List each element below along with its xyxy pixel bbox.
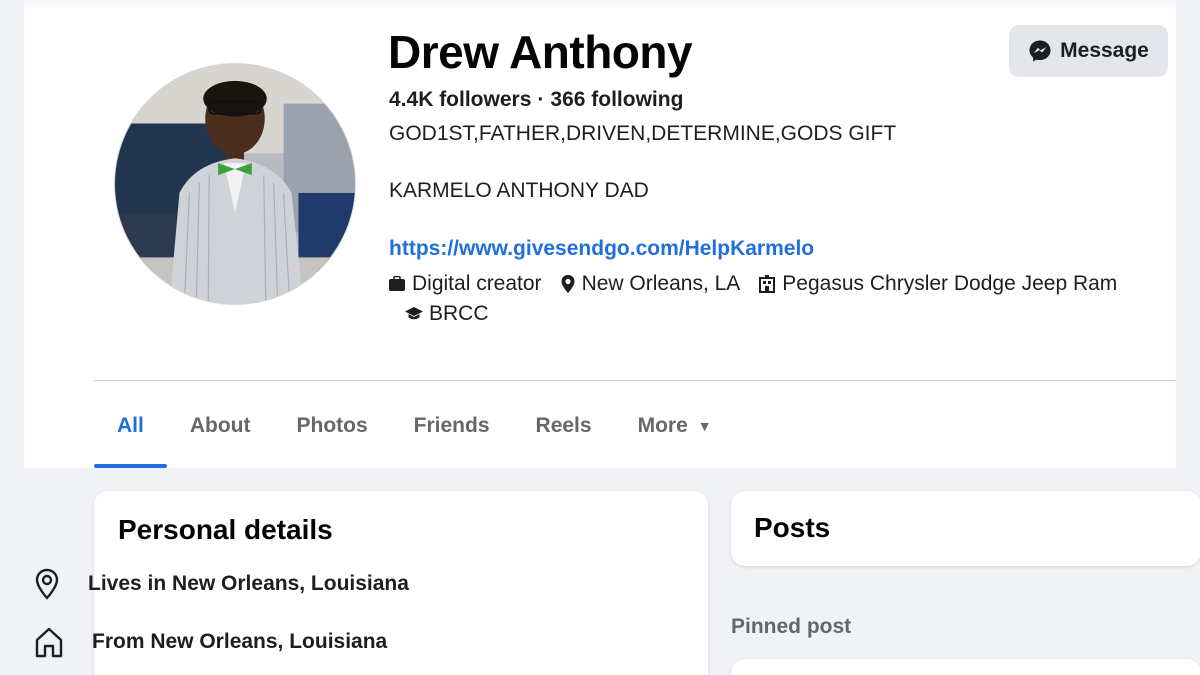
tab-about-label: About <box>189 414 251 437</box>
follow-separator: · <box>537 88 545 111</box>
posts-title: Posts <box>754 512 831 543</box>
building-icon <box>759 275 776 293</box>
tab-all[interactable]: All <box>94 400 167 468</box>
from-row: From New Orleans, Louisiana <box>34 626 387 658</box>
top-edge <box>24 0 1176 8</box>
chevron-down-icon: ▼ <box>697 418 712 434</box>
following-count[interactable]: 366 following <box>550 88 683 111</box>
location-text[interactable]: New Orleans, LA <box>582 271 741 297</box>
lives-in-text: Lives in New Orleans, Louisiana <box>88 572 409 595</box>
workplace-text[interactable]: Pegasus Chrysler Dodge Jeep Ram <box>782 271 1117 297</box>
tab-more[interactable]: More ▼ <box>615 400 735 452</box>
messenger-icon <box>1029 40 1051 62</box>
from-text: From New Orleans, Louisiana <box>92 630 388 653</box>
pinned-post-card[interactable] <box>731 659 1200 675</box>
profile-meta-row-2: BRCC <box>405 301 507 327</box>
graduation-cap-icon <box>405 307 423 320</box>
category-item: Digital creator <box>388 271 542 297</box>
followers-count[interactable]: 4.4K followers <box>389 88 531 111</box>
personal-details-title: Personal details <box>118 514 333 545</box>
lives-in-row: Lives in New Orleans, Louisiana <box>34 568 409 600</box>
briefcase-icon <box>389 276 405 291</box>
follow-stats: 4.4K followers · 366 following <box>389 87 683 113</box>
tab-friends[interactable]: Friends <box>391 400 513 452</box>
pinned-post-label: Pinned post <box>731 615 852 638</box>
message-button[interactable]: Message <box>1009 25 1168 77</box>
profile-name: Drew Anthony <box>388 26 693 78</box>
home-icon <box>35 627 63 658</box>
tab-friends-label: Friends <box>413 414 490 437</box>
education-text[interactable]: BRCC <box>429 301 489 327</box>
profile-meta-row: Digital creator New Orleans, LA Pegasus … <box>388 271 1135 297</box>
category-text: Digital creator <box>412 272 542 295</box>
tab-reels-label: Reels <box>535 414 592 437</box>
tab-reels[interactable]: Reels <box>513 400 615 452</box>
tab-photos[interactable]: Photos <box>274 400 391 452</box>
education-item: BRCC <box>405 301 489 327</box>
workplace-item: Pegasus Chrysler Dodge Jeep Ram <box>758 271 1117 297</box>
bio-line-1: GOD1ST,FATHER,DRIVEN,DETERMINE,GODS GIFT <box>389 122 897 145</box>
tab-about[interactable]: About <box>167 400 274 452</box>
tab-all-label: All <box>117 414 144 437</box>
message-label: Message <box>1060 39 1149 62</box>
header-divider <box>94 380 1176 381</box>
location-item: New Orleans, LA <box>560 271 741 297</box>
profile-tabs: All About Photos Friends Reels More ▼ <box>94 400 735 468</box>
avatar-photo <box>115 64 355 304</box>
bio-line-2: KARMELO ANTHONY DAD <box>389 179 649 202</box>
map-pin-icon <box>561 275 575 293</box>
location-pin-icon <box>35 568 59 600</box>
profile-avatar[interactable] <box>114 63 356 305</box>
posts-card: Posts <box>731 491 1200 566</box>
tab-more-label: More <box>637 414 688 437</box>
fundraiser-link[interactable]: https://www.givesendgo.com/HelpKarmelo <box>389 236 814 262</box>
tab-photos-label: Photos <box>296 414 368 437</box>
